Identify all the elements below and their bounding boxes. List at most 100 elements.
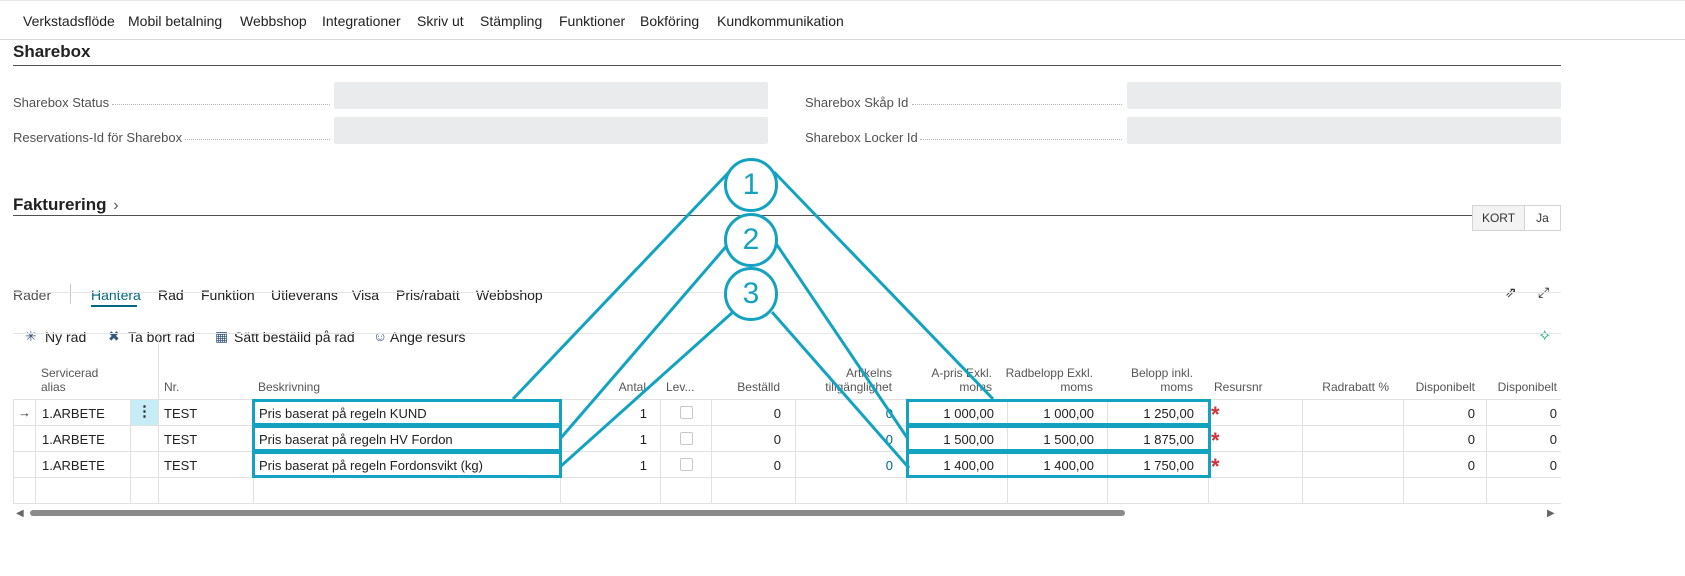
row2-bestalld[interactable]: 0 [720,432,781,447]
row-menu-icon[interactable]: ⋮ [131,400,158,425]
ja-value[interactable]: Ja [1524,205,1561,231]
row2-alias[interactable]: 1.ARBETE [42,432,105,447]
person-icon: ☺ [373,328,388,344]
row2-tillg[interactable]: 0 [820,432,893,447]
kort-label: KORT [1472,205,1525,231]
col-disponibelt1-header[interactable]: Disponibelt [1405,380,1475,394]
row2-lev-checkbox[interactable] [680,432,693,445]
fakturering-title[interactable]: Fakturering › [13,195,119,215]
nav-stampling[interactable]: Stämpling [480,13,542,29]
dotted-leader [920,139,1122,140]
locker-id-field[interactable] [1127,117,1561,144]
sharebox-title[interactable]: Sharebox [13,42,90,62]
highlight-price-row1 [906,399,1211,426]
nav-integrationer[interactable]: Integrationer [322,13,401,29]
col-tillg-line2: tillgänglighet [825,380,892,394]
col-apris-header[interactable]: A-pris Exkl. moms [910,366,992,394]
col-belopp-header[interactable]: Belopp inkl. moms [1110,366,1193,394]
chevron-right-icon: › [113,197,119,214]
row1-disp2[interactable]: 0 [1490,406,1557,421]
calendar-icon: ▦ [215,328,229,344]
dotted-leader [912,104,1122,105]
reservation-id-label: Reservations-Id för Sharebox [13,130,183,145]
required-icon: * [1211,402,1220,427]
new-row-icon: ✳ [25,328,37,344]
tab-rad[interactable]: Rad [158,287,184,303]
action-line [13,333,1561,334]
row2-disp2[interactable]: 0 [1490,432,1557,447]
col-alias-line1: Servicerad [41,366,99,380]
row1-lev-checkbox[interactable] [680,406,693,419]
row3-alias[interactable]: 1.ARBETE [42,458,105,473]
tab-visa[interactable]: Visa [352,287,379,303]
nav-funktioner[interactable]: Funktioner [559,13,625,29]
row3-antal[interactable]: 1 [600,458,647,473]
row2-nr[interactable]: TEST [164,432,197,447]
tab-funktion[interactable]: Funktion [201,287,255,303]
grid-vline [711,399,712,503]
callout-1: 1 [724,158,778,212]
nav-skriv-ut[interactable]: Skriv ut [417,13,464,29]
col-apris-line2: moms [959,380,992,394]
col-radbelopp-header[interactable]: Radbelopp Exkl. moms [1000,366,1093,394]
col-nr-header[interactable]: Nr. [164,380,179,394]
col-radbelopp-line2: moms [1060,380,1093,394]
tab-webbshop[interactable]: Webbshop [476,287,543,303]
sharebox-status-label: Sharebox Status [13,95,110,110]
row3-disp2[interactable]: 0 [1490,458,1557,473]
skap-id-field[interactable] [1127,82,1561,109]
grid-vline [660,399,661,503]
reservation-id-field[interactable] [334,117,768,144]
row3-lev-checkbox[interactable] [680,458,693,471]
nav-kundkommunikation[interactable]: Kundkommunikation [717,13,844,29]
sharebox-status-field[interactable] [334,82,768,109]
set-ordered-button[interactable]: Sätt beställd på rad [234,329,355,345]
col-alias-header[interactable]: Servicerad alias [41,366,98,394]
scroll-left-icon[interactable]: ◀ [16,508,24,519]
col-lev-header[interactable]: Lev... [666,380,694,394]
fakturering-divider [13,215,1561,216]
delete-row-button[interactable]: Ta bort rad [128,329,195,345]
col-antal-header[interactable]: Antal [600,380,646,394]
locker-id-label: Sharebox Locker Id [805,130,918,145]
nav-bokforing[interactable]: Bokföring [640,13,699,29]
nav-verkstadsflode[interactable]: Verkstadsflöde [23,13,115,29]
row2-disp1[interactable]: 0 [1405,432,1475,447]
nav-webbshop[interactable]: Webbshop [240,13,307,29]
grid-vline [795,399,796,503]
horizontal-scrollbar[interactable] [30,510,1125,516]
row2-antal[interactable]: 1 [600,432,647,447]
connector-1-right [772,170,995,401]
connector-3-left [559,310,735,468]
row1-antal[interactable]: 1 [600,406,647,421]
row1-alias[interactable]: 1.ARBETE [42,406,105,421]
col-radrabatt-header[interactable]: Radrabatt % [1300,380,1389,394]
tab-hantera[interactable]: Hantera [91,287,141,303]
row3-tillg[interactable]: 0 [820,458,893,473]
row1-bestalld[interactable]: 0 [720,406,781,421]
new-row-button[interactable]: Ny rad [45,329,86,345]
col-tillganglighet-header[interactable]: Artikelns tillgänglighet [800,366,892,394]
grid-line [13,425,1561,426]
col-resursnr-header[interactable]: Resursnr [1214,380,1263,394]
top-nav: Verkstadsflöde Mobil betalning Webbshop … [0,0,1685,40]
row3-bestalld[interactable]: 0 [720,458,781,473]
highlight-price-row3 [906,451,1211,478]
row1-nr[interactable]: TEST [164,406,197,421]
col-disponibelt2-header[interactable]: Disponibelt [1490,380,1557,394]
nav-mobil-betalning[interactable]: Mobil betalning [128,13,222,29]
row3-nr[interactable]: TEST [164,458,197,473]
scroll-right-icon[interactable]: ▶ [1547,508,1555,519]
row3-disp1[interactable]: 0 [1405,458,1475,473]
lines-title: Rader [13,287,52,303]
tab-pris-rabatt[interactable]: Pris/rabatt [396,287,460,303]
set-resource-button[interactable]: Ange resurs [390,329,465,345]
tab-utleverans[interactable]: Utleverans [271,287,338,303]
row1-disp1[interactable]: 0 [1405,406,1475,421]
sharebox-divider [13,65,1561,66]
col-bestalld-header[interactable]: Beställd [720,380,780,394]
grid-line [13,399,1561,400]
pin-icon[interactable]: ✧ [1538,326,1551,346]
row1-tillg[interactable]: 0 [820,406,893,421]
col-beskrivning-header[interactable]: Beskrivning [258,380,320,394]
